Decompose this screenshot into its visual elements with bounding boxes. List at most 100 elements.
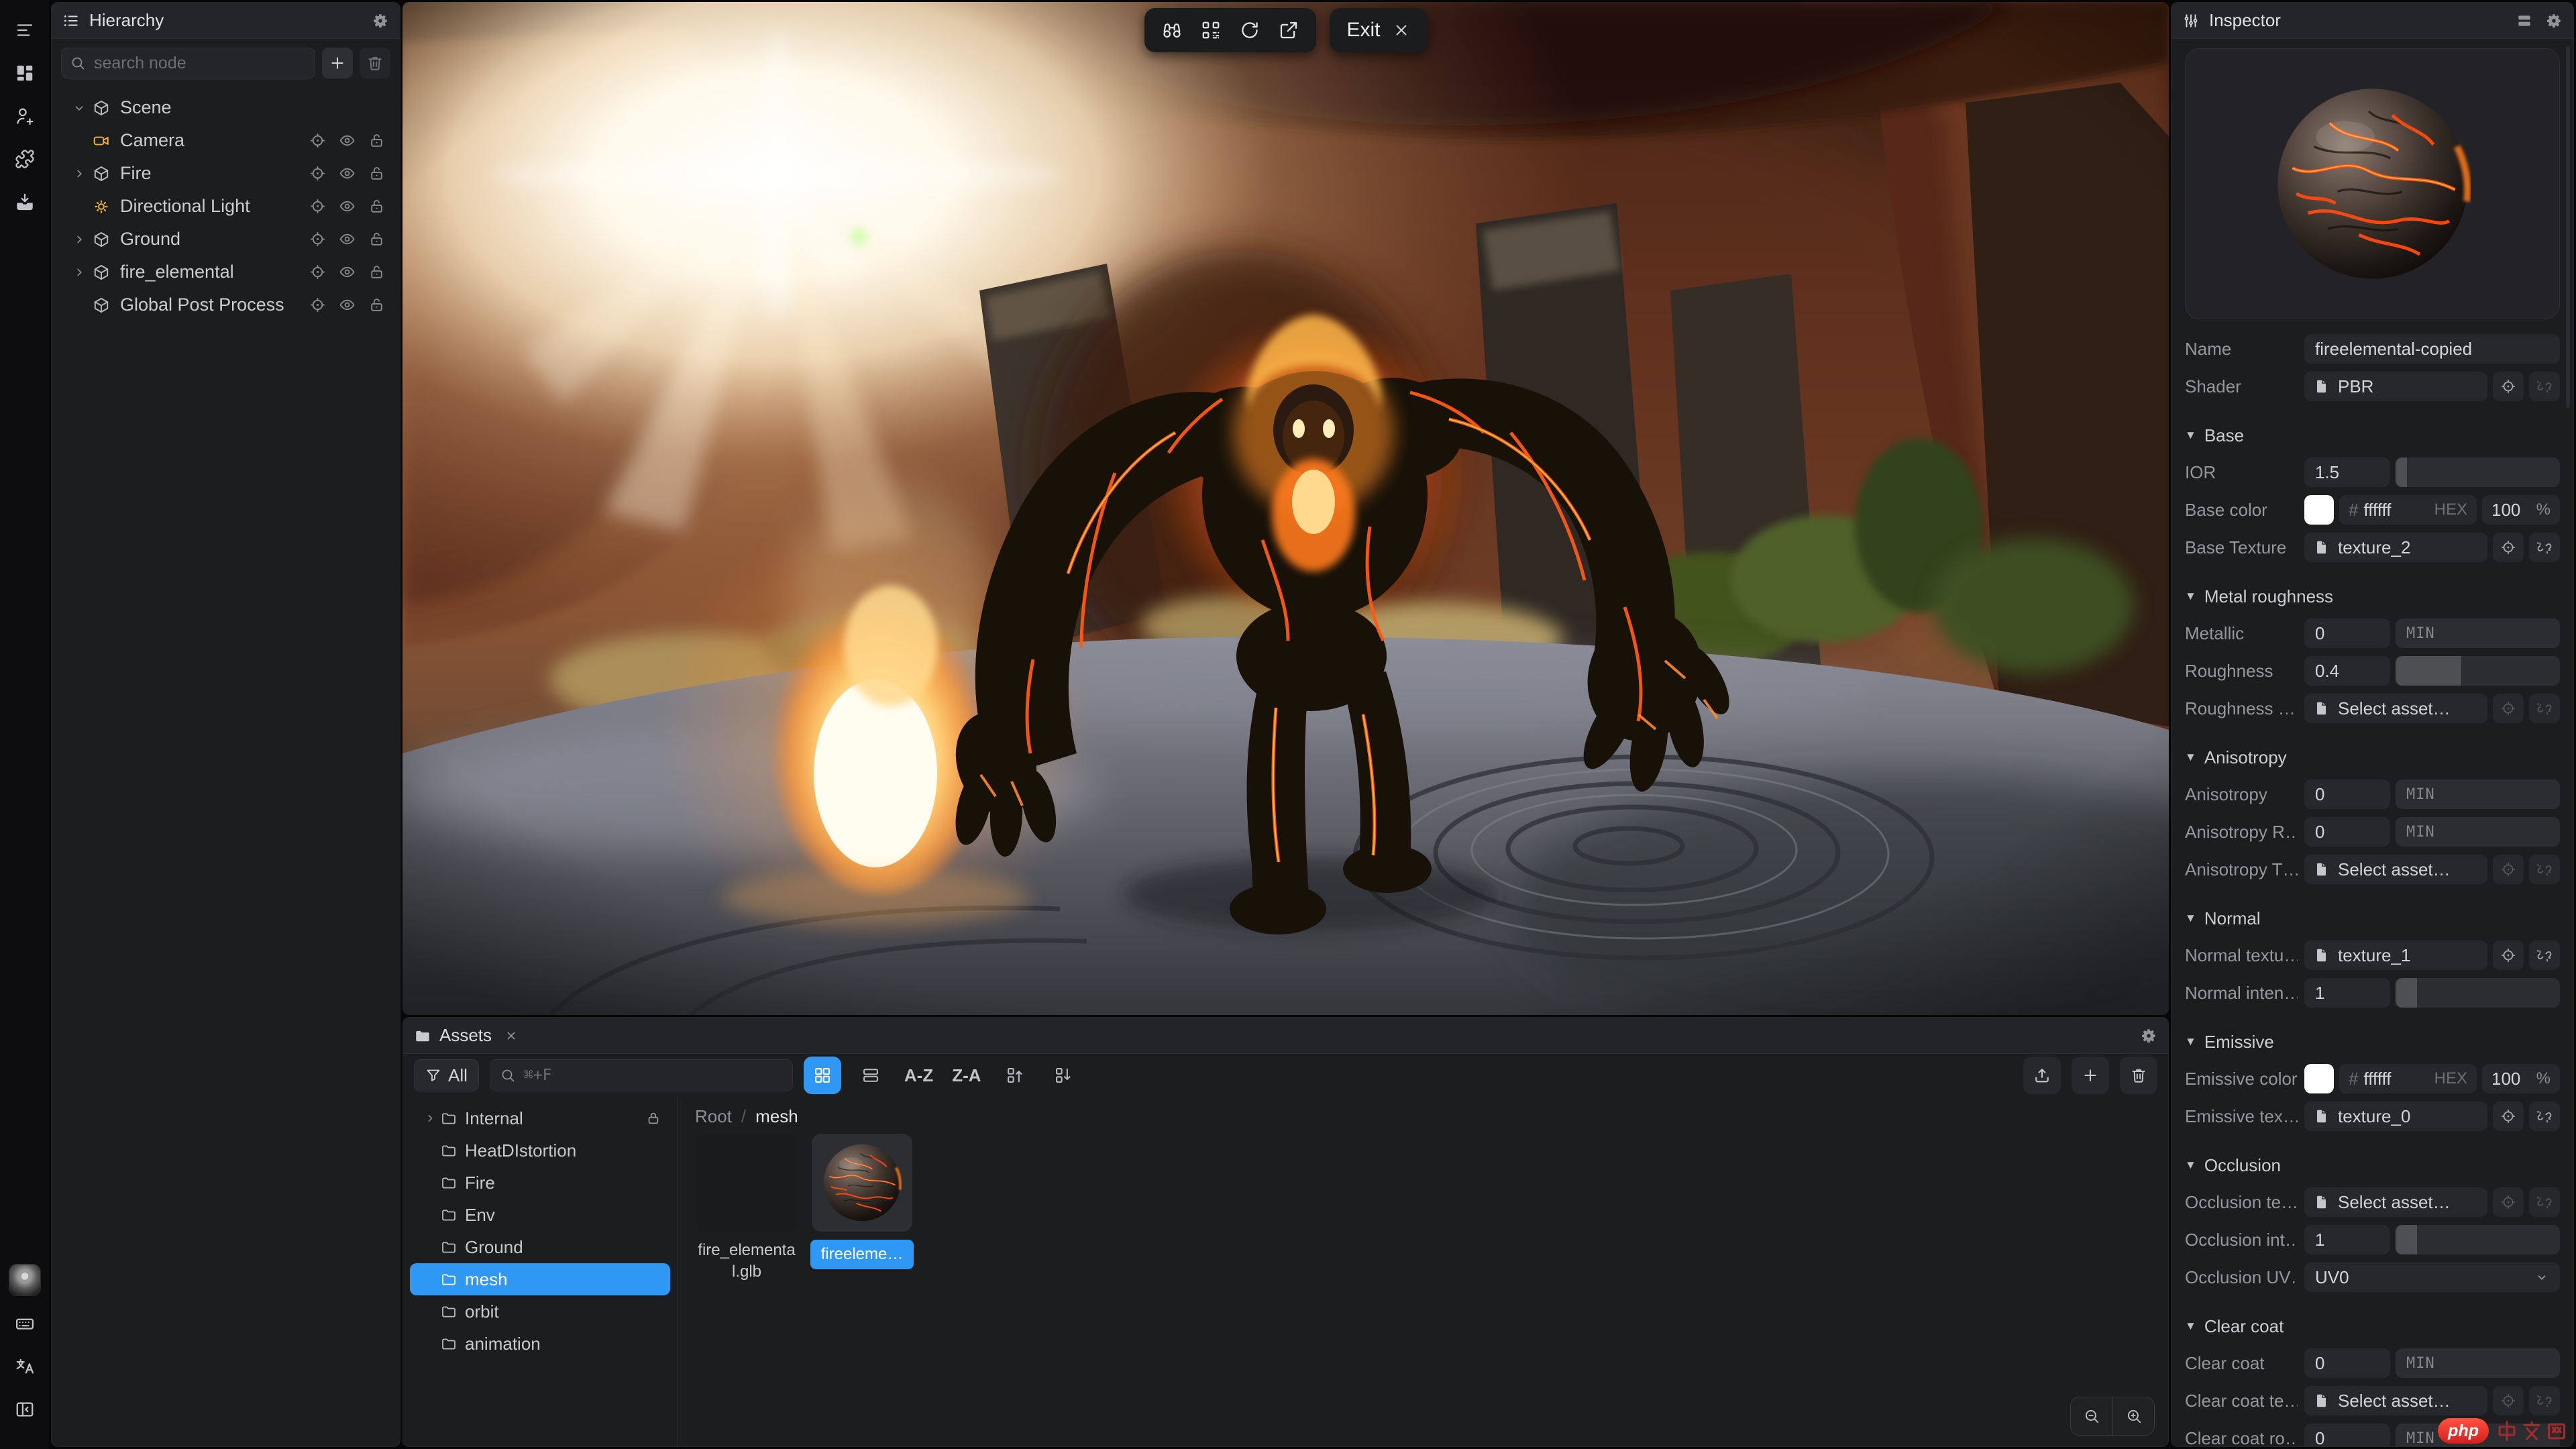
value-input[interactable]: 1.5 [2304, 458, 2390, 487]
locate-asset-button[interactable] [2493, 694, 2524, 723]
hierarchy-node-fire[interactable]: Fire [58, 157, 393, 190]
focus-icon[interactable] [309, 165, 326, 182]
color-swatch[interactable] [2304, 1064, 2334, 1093]
refresh-button[interactable] [1230, 11, 1269, 49]
asset-chip[interactable]: texture_2 [2304, 533, 2487, 562]
value-slider[interactable] [2396, 978, 2560, 1008]
user-avatar[interactable] [9, 1264, 41, 1296]
hierarchy-node-global-post-process[interactable]: Global Post Process [58, 288, 393, 321]
value-input[interactable]: 0 [2304, 817, 2390, 847]
inspector-settings-gear-icon[interactable] [2545, 12, 2563, 30]
focus-icon[interactable] [309, 231, 326, 248]
lock-open-icon[interactable] [368, 297, 385, 313]
lock-open-icon[interactable] [368, 264, 385, 280]
lock-open-icon[interactable] [368, 231, 385, 248]
viewport-3d-scene[interactable] [402, 2, 2169, 1015]
hierarchy-node-ground[interactable]: Ground [58, 223, 393, 256]
chevron-right-icon[interactable] [419, 1112, 441, 1125]
exit-button[interactable]: Exit [1329, 8, 1427, 52]
rail-user-plus-button[interactable] [9, 101, 40, 131]
asset-chip[interactable]: Select asset… [2304, 1187, 2487, 1217]
rail-keyboard-button[interactable] [9, 1308, 40, 1339]
upload-asset-button[interactable] [2023, 1057, 2061, 1094]
lock-open-icon[interactable] [368, 165, 385, 182]
focus-icon[interactable] [309, 264, 326, 280]
rail-language-button[interactable] [9, 1351, 40, 1382]
value-input[interactable]: 0 [2304, 1424, 2390, 1446]
focus-icon[interactable] [309, 198, 326, 215]
asset-chip[interactable]: Select asset… [2304, 1386, 2487, 1415]
value-input[interactable]: 0 [2304, 619, 2390, 648]
hex-input[interactable]: #ffffffHEX [2339, 495, 2477, 525]
focus-icon[interactable] [309, 297, 326, 313]
chevron-right-icon[interactable] [68, 166, 91, 181]
asset-label-selected[interactable]: fireeleme… [810, 1240, 914, 1269]
folder-fire[interactable]: Fire [410, 1167, 670, 1199]
value-slider[interactable]: MIN [2396, 1348, 2560, 1378]
lock-open-icon[interactable] [368, 198, 385, 215]
locate-asset-button[interactable] [2493, 372, 2524, 401]
folder-animation[interactable]: animation [410, 1328, 670, 1360]
assets-tab[interactable]: Assets [439, 1025, 492, 1046]
unlink-asset-button[interactable] [2529, 941, 2560, 970]
unlink-asset-button[interactable] [2529, 533, 2560, 562]
rail-menu-button[interactable] [9, 15, 40, 46]
zoom-in-button[interactable] [2112, 1397, 2154, 1435]
section-occlusion[interactable]: ▼Occlusion [2185, 1151, 2560, 1179]
visibility-icon[interactable] [339, 198, 356, 215]
section-base[interactable]: ▼Base [2185, 421, 2560, 449]
value-input[interactable]: 0 [2304, 1348, 2390, 1378]
grid-view-button[interactable] [804, 1057, 841, 1094]
visibility-icon[interactable] [339, 297, 356, 313]
assets-settings-gear-icon[interactable] [2140, 1027, 2157, 1044]
unlink-asset-button[interactable] [2529, 694, 2560, 723]
qr-code-button[interactable] [1191, 11, 1230, 49]
value-slider[interactable] [2396, 1225, 2560, 1254]
sort-az-button[interactable]: A-Z [900, 1065, 937, 1086]
hierarchy-search-input[interactable] [93, 53, 307, 74]
color-swatch[interactable] [2304, 495, 2334, 525]
add-node-button[interactable] [322, 48, 353, 78]
rail-collapse-panel-button[interactable] [9, 1394, 40, 1425]
open-external-button[interactable] [1269, 11, 1307, 49]
assets-tab-close-icon[interactable] [504, 1028, 519, 1043]
locate-asset-button[interactable] [2493, 533, 2524, 562]
hierarchy-node-directional-light[interactable]: Directional Light [58, 190, 393, 223]
section-anisotropy[interactable]: ▼Anisotropy [2185, 743, 2560, 771]
value-input[interactable]: 0.4 [2304, 656, 2390, 686]
folder-env[interactable]: Env [410, 1199, 670, 1231]
asset-thumbnail[interactable] [696, 1134, 797, 1232]
folder-mesh[interactable]: mesh [410, 1263, 670, 1295]
breadcrumb-root[interactable]: Root [695, 1106, 732, 1127]
section-metal-roughness[interactable]: ▼Metal roughness [2185, 582, 2560, 610]
lock-open-icon[interactable] [368, 132, 385, 149]
hierarchy-settings-gear-icon[interactable] [372, 12, 389, 30]
locate-asset-button[interactable] [2493, 855, 2524, 884]
visibility-icon[interactable] [339, 132, 356, 149]
hierarchy-search[interactable] [61, 48, 315, 78]
unlink-asset-button[interactable] [2529, 1386, 2560, 1415]
asset-chip[interactable]: Select asset… [2304, 694, 2487, 723]
assets-search-input[interactable] [523, 1066, 783, 1085]
value-input[interactable]: 0 [2304, 780, 2390, 809]
chevron-down-icon[interactable] [68, 101, 91, 115]
rail-import-button[interactable] [9, 186, 40, 217]
locate-asset-button[interactable] [2493, 1187, 2524, 1217]
unlink-asset-button[interactable] [2529, 372, 2560, 401]
chevron-right-icon[interactable] [68, 265, 91, 280]
binoculars-button[interactable] [1152, 11, 1191, 49]
section-clear-coat[interactable]: ▼Clear coat [2185, 1312, 2560, 1340]
visibility-icon[interactable] [339, 165, 356, 182]
assets-search[interactable] [490, 1059, 793, 1091]
folder-internal[interactable]: Internal [410, 1102, 670, 1134]
opacity-input[interactable]: 100% [2482, 1064, 2560, 1093]
sort-za-button[interactable]: Z-A [948, 1065, 985, 1086]
chevron-right-icon[interactable] [68, 232, 91, 247]
unlink-asset-button[interactable] [2529, 1187, 2560, 1217]
value-slider[interactable] [2396, 458, 2560, 487]
assets-filter-button[interactable]: All [414, 1059, 479, 1091]
rail-dashboard-button[interactable] [9, 58, 40, 89]
hex-input[interactable]: #ffffffHEX [2339, 1064, 2477, 1093]
value-slider[interactable] [2396, 656, 2560, 686]
unlink-asset-button[interactable] [2529, 855, 2560, 884]
